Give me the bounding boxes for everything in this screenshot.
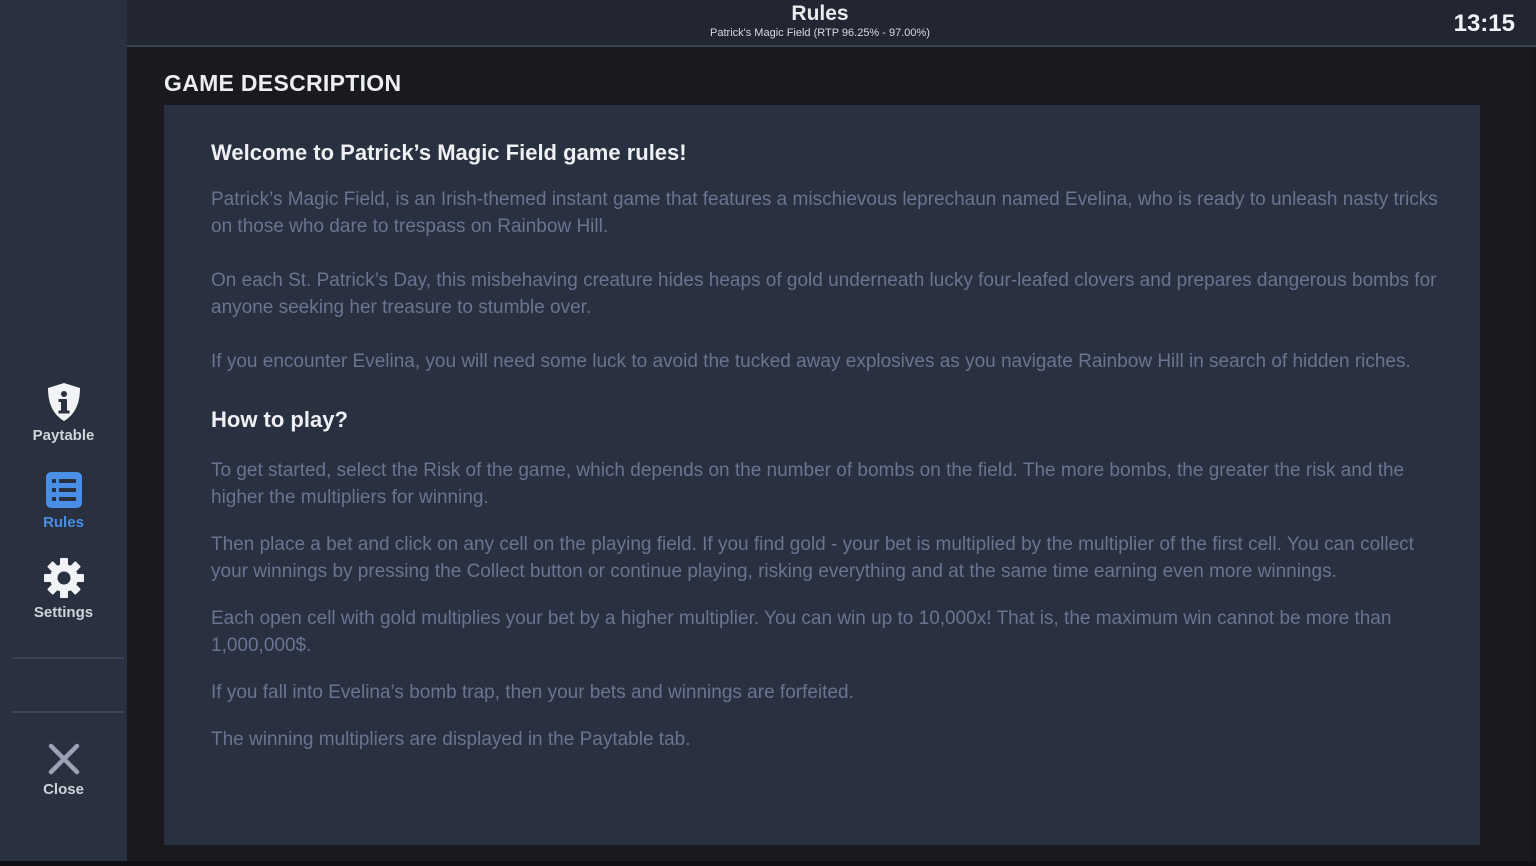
- shield-info-icon: [47, 383, 80, 421]
- how-to-play-paragraph: To get started, select the Risk of the g…: [211, 460, 1405, 508]
- sidebar-item-settings[interactable]: Settings: [0, 556, 127, 621]
- intro-paragraph: Patrick’s Magic Field, is an Irish-theme…: [211, 189, 1438, 237]
- intro-paragraph: On each St. Patrick’s Day, this misbehav…: [211, 270, 1437, 318]
- welcome-heading: Welcome to Patrick’s Magic Field game ru…: [211, 140, 687, 165]
- bottom-edge: [0, 861, 1536, 866]
- sidebar-divider: [12, 657, 124, 659]
- close-button[interactable]: Close: [0, 741, 127, 798]
- page-title: Rules: [791, 2, 849, 25]
- sidebar-divider: [12, 711, 124, 713]
- sidebar-item-label: Paytable: [32, 427, 95, 444]
- sidebar-item-label: Rules: [43, 514, 84, 531]
- how-to-play-paragraph: Then place a bet and click on any cell o…: [211, 534, 1414, 582]
- main-content: GAME DESCRIPTION Welcome to Patrick’s Ma…: [127, 47, 1533, 861]
- how-to-play-paragraph: If you fall into Evelina’s bomb trap, th…: [211, 682, 854, 703]
- rules-text: Welcome to Patrick’s Magic Field game ru…: [211, 138, 1441, 753]
- close-icon: [48, 743, 79, 775]
- intro-paragraph: If you encounter Evelina, you will need …: [211, 351, 1411, 372]
- sidebar-item-label: Settings: [33, 604, 94, 621]
- list-icon: [45, 472, 82, 508]
- how-to-play-paragraph: The winning multipliers are displayed in…: [211, 729, 691, 750]
- sidebar-item-rules[interactable]: Rules: [0, 470, 127, 531]
- game-subtitle: Patrick's Magic Field (RTP 96.25% - 97.0…: [710, 27, 930, 39]
- how-to-play-heading: How to play?: [211, 407, 348, 432]
- how-to-play-paragraph: Each open cell with gold multiplies your…: [211, 608, 1392, 656]
- header-bar: Rules Patrick's Magic Field (RTP 96.25% …: [127, 0, 1536, 46]
- clock: 13:15: [1453, 10, 1515, 37]
- section-title: GAME DESCRIPTION: [164, 70, 402, 96]
- sidebar-item-paytable[interactable]: Paytable: [0, 381, 127, 444]
- rules-screen: Paytable Rules Settings Close Rules Patr…: [0, 0, 1536, 866]
- close-label: Close: [43, 781, 84, 798]
- rules-panel[interactable]: Welcome to Patrick’s Magic Field game ru…: [164, 105, 1480, 845]
- sidebar: Paytable Rules Settings Close: [0, 0, 127, 861]
- gear-icon: [43, 558, 84, 598]
